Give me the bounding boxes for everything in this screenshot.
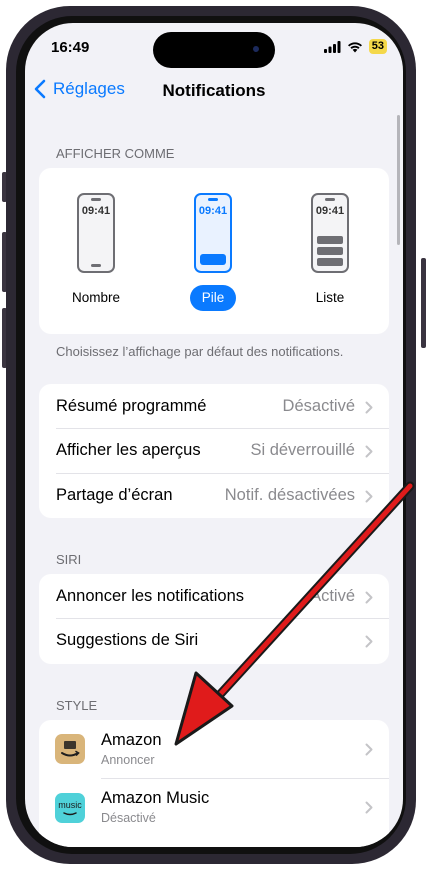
app-name: Amazon Music	[101, 789, 210, 807]
list-bar	[317, 258, 343, 266]
chevron-right-icon	[365, 635, 373, 648]
phone-time: 09:41	[198, 205, 228, 217]
style-header: STYLE	[56, 698, 98, 713]
amazon-smile-icon	[61, 741, 80, 757]
row-scheduled-summary[interactable]: Résumé programmé Désactivé	[39, 385, 389, 429]
display-option-label-selected: Pile	[190, 285, 236, 311]
app-row-amazon-music[interactable]: music Amazon Music Désactivé	[39, 779, 389, 837]
app-list-card: Amazon Annoncer music Amazon Music Désac…	[39, 720, 389, 847]
row-screen-sharing[interactable]: Partage d’écran Notif. désactivées	[39, 474, 389, 518]
phone-notch	[208, 198, 218, 201]
list-style-phone-icon: 09:41	[311, 193, 349, 273]
display-option-label: Liste	[315, 290, 345, 305]
row-value: Notif. désactivées	[224, 486, 355, 504]
count-style-phone-icon: 09:41	[77, 193, 115, 273]
siri-card: Annoncer les notifications Activé Sugges…	[39, 574, 389, 664]
display-as-footer: Choisissez l’affichage par défaut des no…	[56, 344, 344, 359]
chevron-right-icon	[365, 743, 373, 756]
navigation-bar: Réglages Notifications	[25, 75, 403, 111]
phone-notch	[91, 198, 101, 201]
display-option-label: Nombre	[71, 290, 120, 305]
music-smile-icon	[63, 812, 77, 816]
chevron-right-icon	[365, 490, 373, 503]
phone-time: 09:41	[315, 205, 345, 217]
row-label: Annoncer les notifications	[56, 587, 245, 605]
app-name: Amazon	[101, 731, 162, 749]
general-settings-card: Résumé programmé Désactivé Afficher les …	[39, 384, 389, 518]
list-bar	[317, 247, 343, 255]
row-siri-suggestions[interactable]: Suggestions de Siri	[39, 619, 389, 663]
chevron-right-icon	[365, 401, 373, 414]
row-value: Désactivé	[282, 397, 355, 415]
screen: 16:49 53 Réglages Notifications AFFICHER…	[25, 23, 403, 847]
badge-bar	[91, 264, 101, 267]
scrollbar[interactable]	[397, 115, 400, 245]
app-subtitle: Désactivé	[101, 811, 156, 825]
row-value: Si déverrouillé	[250, 441, 355, 459]
cellular-signal-icon	[323, 40, 341, 53]
camera-dot	[253, 46, 259, 52]
stack-style-phone-icon: 09:41	[194, 193, 232, 273]
amazon-music-app-icon: music	[55, 793, 85, 823]
row-show-previews[interactable]: Afficher les aperçus Si déverrouillé	[39, 429, 389, 473]
wifi-icon	[347, 41, 362, 52]
battery-indicator: 53	[368, 39, 387, 54]
status-icons: 53	[323, 39, 387, 54]
phone-notch	[325, 198, 335, 201]
row-label: Suggestions de Siri	[56, 631, 199, 649]
chevron-right-icon	[365, 591, 373, 604]
display-as-header: AFFICHER COMME	[56, 146, 175, 161]
dynamic-island	[153, 32, 275, 68]
row-announce-notifications[interactable]: Annoncer les notifications Activé	[39, 575, 389, 619]
power-button	[421, 258, 426, 348]
chevron-right-icon	[365, 445, 373, 458]
list-bar	[317, 236, 343, 244]
status-time: 16:49	[51, 39, 90, 56]
display-style-card: 09:41 Nombre 09:41 Pile 09:41 Liste	[39, 168, 389, 334]
amazon-app-icon	[55, 734, 85, 764]
app-row-amazon[interactable]: Amazon Annoncer	[39, 720, 389, 778]
stack-bar	[200, 254, 226, 265]
app-subtitle: Annoncer	[101, 753, 155, 767]
page-title: Notifications	[162, 81, 266, 100]
siri-header: SIRI	[56, 552, 82, 567]
row-label: Résumé programmé	[56, 397, 207, 415]
chevron-right-icon	[365, 801, 373, 814]
phone-time: 09:41	[81, 205, 111, 217]
row-label: Partage d’écran	[56, 486, 173, 504]
row-value: Activé	[310, 587, 355, 605]
row-label: Afficher les aperçus	[56, 441, 201, 459]
